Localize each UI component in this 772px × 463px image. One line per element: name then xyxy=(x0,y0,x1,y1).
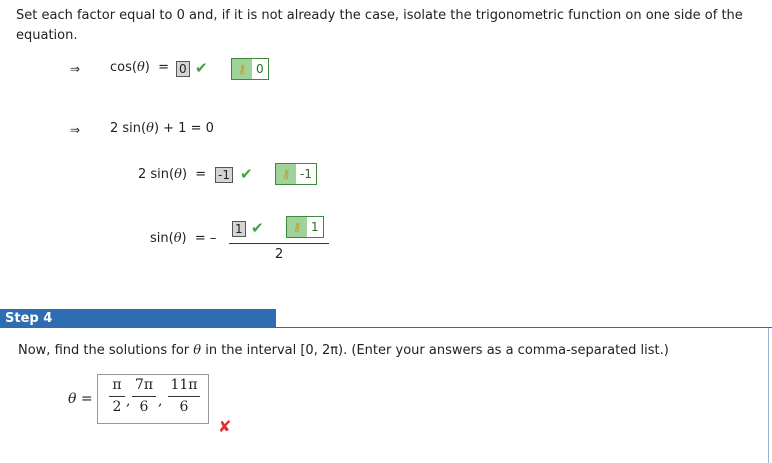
fraction-bar xyxy=(109,396,125,397)
theta-label: θ = xyxy=(68,391,93,407)
implies-arrow: ⇒ xyxy=(70,62,81,76)
denominator-2: 6 xyxy=(139,399,149,415)
numerator-3: 11π xyxy=(170,377,198,393)
check-icon: ✔ xyxy=(251,219,264,237)
check-icon: ✔ xyxy=(195,59,208,77)
answer-box-numerator[interactable]: 1 xyxy=(232,221,246,237)
answer-input[interactable]: π 2 , 7π 6 , 11π 6 xyxy=(97,374,209,424)
fraction-bar xyxy=(229,243,329,244)
step-header: Step 4 xyxy=(0,309,276,328)
incorrect-x-icon: ✘ xyxy=(218,417,232,436)
implies-arrow: ⇒ xyxy=(70,123,81,137)
key-icon: ⚷ xyxy=(276,164,296,184)
equation-cos: cos(θ) = xyxy=(110,60,170,75)
equation-sin-factor: 2 sin(θ) + 1 = 0 xyxy=(110,121,214,136)
fraction-bar xyxy=(132,396,156,397)
step-prompt: Now, find the solutions for θ in the int… xyxy=(18,343,669,358)
answer-box-2sin[interactable]: -1 xyxy=(215,167,233,183)
denominator-1: 2 xyxy=(112,399,122,415)
answer-key-2sin[interactable]: ⚷ -1 xyxy=(275,163,317,185)
equation-sin: sin(θ) = – xyxy=(150,231,217,246)
denominator-3: 6 xyxy=(179,399,189,415)
answer-box-cos[interactable]: 0 xyxy=(176,61,190,77)
fraction-bar xyxy=(168,396,200,397)
key-icon: ⚷ xyxy=(232,59,252,79)
answer-key-cos[interactable]: ⚷ 0 xyxy=(231,58,269,80)
numerator-1: π xyxy=(112,377,122,393)
key-icon: ⚷ xyxy=(287,217,307,237)
comma: , xyxy=(158,393,163,409)
equation-2sin: 2 sin(θ) = xyxy=(138,167,207,182)
numerator-2: 7π xyxy=(134,377,154,393)
answer-key-sin[interactable]: ⚷ 1 xyxy=(286,216,324,238)
instruction-text: Set each factor equal to 0 and, if it is… xyxy=(16,8,743,43)
check-icon: ✔ xyxy=(240,165,253,183)
denominator: 2 xyxy=(275,247,284,262)
comma: , xyxy=(126,393,131,409)
